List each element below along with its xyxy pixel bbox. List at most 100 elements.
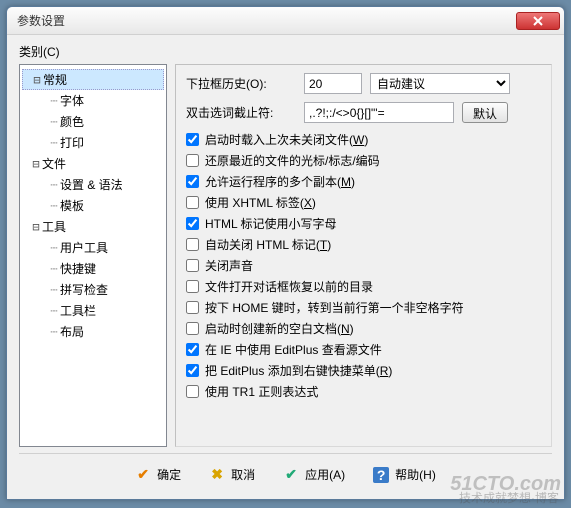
tree-dash-icon: ┄: [48, 136, 60, 150]
checkbox-label[interactable]: 使用 TR1 正则表达式: [205, 383, 318, 400]
history-label: 下拉框历史(O):: [186, 75, 296, 92]
tree-item-用户工具[interactable]: ┄用户工具: [22, 237, 164, 258]
check-icon: ✔: [135, 467, 151, 483]
x-icon: ✖: [209, 467, 225, 483]
tree-item-快捷键[interactable]: ┄快捷键: [22, 258, 164, 279]
checkbox-row: HTML 标记使用小写字母: [186, 215, 541, 232]
collapse-icon: ⊟: [30, 157, 42, 171]
checkbox-row: 按下 HOME 键时，转到当前行第一个非空格字符: [186, 299, 541, 316]
tree-dash-icon: ┄: [48, 241, 60, 255]
checkbox-label[interactable]: 文件打开对话框恢复以前的目录: [205, 278, 373, 295]
ok-button[interactable]: ✔确定: [129, 462, 187, 487]
category-tree[interactable]: ⊟常规┄字体┄颜色┄打印⊟文件┄设置 & 语法┄模板⊟工具┄用户工具┄快捷键┄拼…: [19, 64, 167, 447]
tree-item-常规[interactable]: ⊟常规: [22, 69, 164, 90]
tree-item-label: 工具: [42, 220, 66, 234]
checkbox[interactable]: [186, 343, 199, 356]
checkbox-row: 关闭声音: [186, 257, 541, 274]
checkbox-row: 文件打开对话框恢复以前的目录: [186, 278, 541, 295]
tree-item-label: 拼写检查: [60, 283, 108, 297]
checkbox-row: 启动时载入上次未关闭文件(W): [186, 131, 541, 148]
history-input[interactable]: [304, 73, 362, 94]
checkbox-label[interactable]: 在 IE 中使用 EditPlus 查看源文件: [205, 341, 382, 358]
apply-button[interactable]: ✔应用(A): [277, 462, 351, 487]
checkbox-label[interactable]: 按下 HOME 键时，转到当前行第一个非空格字符: [205, 299, 464, 316]
checkbox[interactable]: [186, 301, 199, 314]
checkbox-row: 把 EditPlus 添加到右键快捷菜单(R): [186, 362, 541, 379]
checkbox-label[interactable]: 启动时创建新的空白文档(N): [205, 320, 354, 337]
window-title: 参数设置: [17, 12, 516, 29]
help-button[interactable]: ?帮助(H): [367, 462, 442, 487]
tree-item-label: 设置 & 语法: [60, 178, 123, 192]
checkbox[interactable]: [186, 133, 199, 146]
collapse-icon: ⊟: [30, 220, 42, 234]
tree-item-label: 颜色: [60, 115, 84, 129]
tree-dash-icon: ┄: [48, 283, 60, 297]
tree-item-文件[interactable]: ⊟文件: [22, 153, 164, 174]
category-label: 类别(C): [19, 43, 552, 60]
checkbox-label[interactable]: 把 EditPlus 添加到右键快捷菜单(R): [205, 362, 392, 379]
checkbox-label[interactable]: 自动关闭 HTML 标记(T): [205, 236, 331, 253]
checkbox-label[interactable]: 关闭声音: [205, 257, 253, 274]
tree-item-工具[interactable]: ⊟工具: [22, 216, 164, 237]
tree-item-工具栏[interactable]: ┄工具栏: [22, 300, 164, 321]
checkbox[interactable]: [186, 280, 199, 293]
history-row: 下拉框历史(O): 自动建议: [186, 73, 541, 94]
checkbox[interactable]: [186, 217, 199, 230]
tree-item-拼写检查[interactable]: ┄拼写检查: [22, 279, 164, 300]
tree-item-label: 字体: [60, 94, 84, 108]
content-columns: ⊟常规┄字体┄颜色┄打印⊟文件┄设置 & 语法┄模板⊟工具┄用户工具┄快捷键┄拼…: [19, 64, 552, 447]
cancel-button[interactable]: ✖取消: [203, 462, 261, 487]
checkbox-row: 使用 XHTML 标签(X): [186, 194, 541, 211]
tree-dash-icon: ┄: [48, 325, 60, 339]
dblclick-label: 双击选词截止符:: [186, 104, 296, 121]
checkbox-label[interactable]: 使用 XHTML 标签(X): [205, 194, 316, 211]
tree-dash-icon: ┄: [48, 262, 60, 276]
tree-item-label: 快捷键: [60, 262, 96, 276]
tree-item-打印[interactable]: ┄打印: [22, 132, 164, 153]
tree-item-label: 布局: [60, 325, 84, 339]
tree-item-label: 用户工具: [60, 241, 108, 255]
checkbox-label[interactable]: 允许运行程序的多个副本(M): [205, 173, 355, 190]
checkbox[interactable]: [186, 385, 199, 398]
checkbox-label[interactable]: 还原最近的文件的光标/标志/编码: [205, 152, 380, 169]
tree-item-模板[interactable]: ┄模板: [22, 195, 164, 216]
checkbox[interactable]: [186, 175, 199, 188]
help-icon: ?: [373, 467, 389, 483]
checkbox-label[interactable]: HTML 标记使用小写字母: [205, 215, 337, 232]
checkbox-label[interactable]: 启动时载入上次未关闭文件(W): [205, 131, 368, 148]
dblclick-input[interactable]: [304, 102, 454, 123]
dialog-body: 类别(C) ⊟常规┄字体┄颜色┄打印⊟文件┄设置 & 语法┄模板⊟工具┄用户工具…: [7, 35, 564, 499]
checkbox-row: 在 IE 中使用 EditPlus 查看源文件: [186, 341, 541, 358]
checkbox[interactable]: [186, 196, 199, 209]
tree-dash-icon: ┄: [48, 199, 60, 213]
suggest-select[interactable]: 自动建议: [370, 73, 510, 94]
close-icon: [533, 16, 543, 26]
checkbox[interactable]: [186, 259, 199, 272]
close-button[interactable]: [516, 12, 560, 30]
tree-item-label: 模板: [60, 199, 84, 213]
checkbox[interactable]: [186, 154, 199, 167]
tree-item-布局[interactable]: ┄布局: [22, 321, 164, 342]
dblclick-row: 双击选词截止符: 默认: [186, 102, 541, 123]
checkbox-row: 启动时创建新的空白文档(N): [186, 320, 541, 337]
checkbox-row: 自动关闭 HTML 标记(T): [186, 236, 541, 253]
dialog-footer: ✔确定 ✖取消 ✔应用(A) ?帮助(H): [19, 453, 552, 495]
settings-panel: 下拉框历史(O): 自动建议 双击选词截止符: 默认 启动时载入上次未关闭文件(…: [175, 64, 552, 447]
collapse-icon: ⊟: [31, 73, 43, 87]
tree-dash-icon: ┄: [48, 304, 60, 318]
tree-item-label: 常规: [43, 73, 67, 87]
checkbox[interactable]: [186, 238, 199, 251]
checkbox-row: 允许运行程序的多个副本(M): [186, 173, 541, 190]
dialog-window: 参数设置 类别(C) ⊟常规┄字体┄颜色┄打印⊟文件┄设置 & 语法┄模板⊟工具…: [6, 6, 565, 500]
titlebar[interactable]: 参数设置: [7, 7, 564, 35]
checkbox[interactable]: [186, 322, 199, 335]
default-button[interactable]: 默认: [462, 102, 508, 123]
tree-item-label: 工具栏: [60, 304, 96, 318]
tree-item-设置 & 语法[interactable]: ┄设置 & 语法: [22, 174, 164, 195]
checkbox[interactable]: [186, 364, 199, 377]
tree-item-字体[interactable]: ┄字体: [22, 90, 164, 111]
tree-item-label: 打印: [60, 136, 84, 150]
checkbox-row: 还原最近的文件的光标/标志/编码: [186, 152, 541, 169]
tree-dash-icon: ┄: [48, 178, 60, 192]
tree-item-颜色[interactable]: ┄颜色: [22, 111, 164, 132]
